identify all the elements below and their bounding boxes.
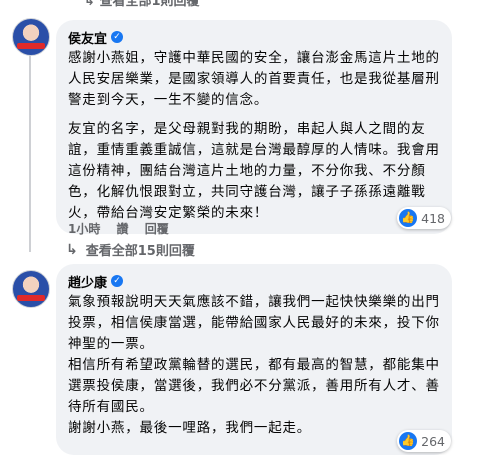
thumbs-up-icon: 👍 [399, 432, 418, 450]
comment-meta: 1小時 讚 回覆 [68, 220, 181, 237]
comment-paragraph: 感謝小燕姐，守護中華民國的安全，讓台澎金馬這片土地的人民安居樂業，是國家領導人的… [68, 50, 440, 108]
author-name[interactable]: 侯友宜 [68, 28, 107, 47]
reaction-summary[interactable]: 👍 418 [397, 207, 451, 229]
verified-badge-icon: ✓ [111, 275, 124, 287]
thumbs-up-icon: 👍 [399, 209, 418, 227]
avatar[interactable] [12, 18, 50, 56]
comment-bubble: 趙少康 ✓ 氣象預報說明天天氣應該不錯，讓我們一起快快樂樂的出門投票，相信侯康當… [56, 264, 452, 455]
verified-badge-icon: ✓ [111, 31, 124, 43]
flag-icon [17, 295, 45, 301]
like-link[interactable]: 讚 [117, 222, 129, 236]
author-name[interactable]: 趙少康 [68, 272, 107, 291]
reaction-count: 264 [421, 433, 445, 449]
flag-icon [17, 43, 45, 49]
view-replies-link-top[interactable]: ↳ 查看全部1則回覆 [84, 0, 199, 9]
comment-paragraph: 相信所有希望政黨輪替的選民，都有最高的智慧，都能集中選票投侯康，當選後，我們必不… [68, 357, 440, 415]
comment-bubble: 侯友宜 ✓ 感謝小燕姐，守護中華民國的安全，讓台澎金馬這片土地的人民安居樂業，是… [56, 20, 452, 234]
reply-arrow-icon: ↳ [66, 241, 78, 258]
reaction-summary[interactable]: 👍 264 [397, 430, 451, 452]
reaction-count: 418 [421, 210, 445, 226]
comment-paragraph: 友宜的名字，是父母親對我的期盼，串起人與人之間的友誼，重情重義重誠信，這就是台灣… [68, 121, 440, 221]
view-all-replies[interactable]: ↳ 查看全部15則回覆 [66, 240, 195, 260]
thread-line [29, 52, 31, 252]
comment-paragraph: 氣象預報說明天天氣應該不錯，讓我們一起快快樂樂的出門投票，相信侯康當選，能帶給國… [68, 294, 440, 352]
reply-arrow-icon: ↳ [84, 0, 95, 9]
reply-link[interactable]: 回覆 [145, 222, 169, 236]
comment-time[interactable]: 1小時 [68, 222, 100, 236]
avatar[interactable] [12, 270, 50, 308]
comment-paragraph: 謝謝小燕，最後一哩路，我們一起走。 [68, 420, 312, 436]
view-replies-label: 查看全部15則回覆 [85, 244, 195, 259]
